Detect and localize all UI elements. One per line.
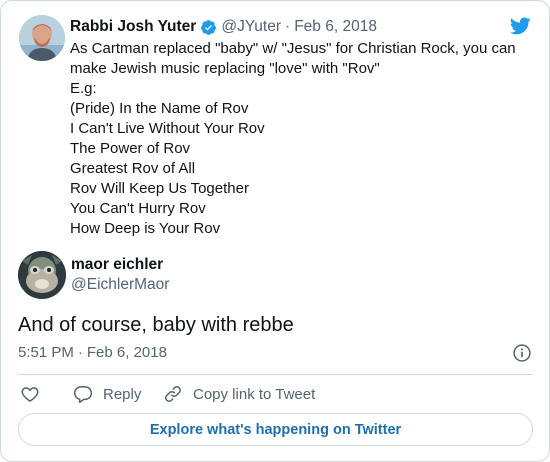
quoted-line: How Deep is Your Rov [70,220,221,237]
author-name[interactable]: maor eichler [71,256,163,274]
tweet-time: 5:51 PM [18,344,74,361]
divider [18,374,533,375]
copy-link-button[interactable]: Copy link to Tweet [163,382,315,406]
tweet-text: And of course, baby with rebbe [18,314,294,336]
reply-label: Reply [103,385,142,403]
quoted-line: The Power of Rov [70,140,191,157]
like-button[interactable] [20,382,40,406]
twitter-bird-icon[interactable] [507,15,533,37]
verified-badge-icon [201,19,217,35]
quoted-line: You Can't Hurry Rov [70,200,206,217]
quoted-line: (Pride) In the Name of Rov [70,100,249,117]
quoted-line: Greatest Rov of All [70,160,196,177]
heart-icon [21,387,39,402]
quoted-line: make Jewish music replacing "love" with … [70,60,380,77]
quoted-line: Rov Will Keep Us Together [70,180,249,197]
embedded-tweet-card: Rabbi Josh Yuter @JYuter · Feb 6, 2018 A… [0,0,550,462]
quoted-tweet-text: As Cartman replaced "baby" w/ "Jesus" fo… [70,39,530,239]
speech-bubble-icon [73,386,93,403]
quoted-author-handle[interactable]: @JYuter [221,18,281,36]
tweet-date: Feb 6, 2018 [86,344,167,361]
quoted-author-name[interactable]: Rabbi Josh Yuter [70,18,196,36]
reply-button[interactable]: Reply [73,382,141,406]
quoted-line: As Cartman replaced "baby" w/ "Jesus" fo… [70,40,516,57]
author-handle[interactable]: @EichlerMaor [71,276,169,294]
explore-twitter-button[interactable]: Explore what's happening on Twitter [18,413,533,446]
author-avatar[interactable] [18,251,66,299]
tweet-timestamp[interactable]: 5:51 PM · Feb 6, 2018 [18,344,167,361]
quoted-line: E.g: [70,80,97,97]
quoted-author-avatar[interactable] [19,15,65,61]
copy-link-label: Copy link to Tweet [193,385,316,403]
meta-separator: · [77,344,83,361]
quoted-tweet-header: Rabbi Josh Yuter @JYuter · Feb 6, 2018 [70,16,377,38]
link-icon [165,386,181,402]
quoted-tweet-date[interactable]: Feb 6, 2018 [294,18,377,36]
header-separator: · [285,18,291,35]
explore-label: Explore what's happening on Twitter [149,421,402,438]
quoted-line: I Can't Live Without Your Rov [70,120,265,137]
info-icon[interactable] [512,343,532,363]
